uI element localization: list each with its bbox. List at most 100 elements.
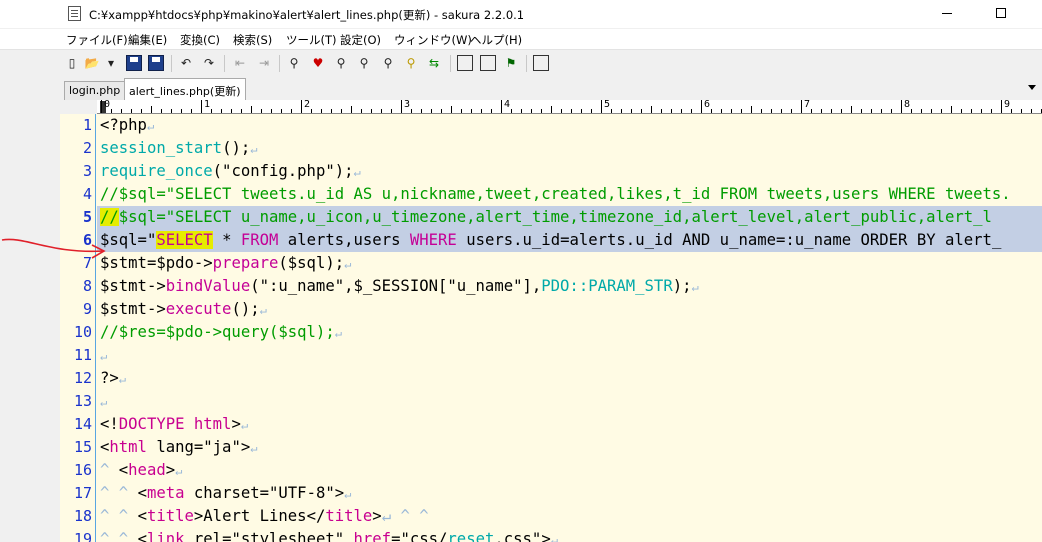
ruler-tick	[641, 109, 642, 113]
line-number: 12	[73, 369, 92, 387]
code-token: title	[146, 507, 194, 525]
code-line[interactable]: 2 session_start();↵	[60, 137, 1042, 160]
menu-file[interactable]: ファイル(F)	[66, 32, 128, 48]
code-line[interactable]: 16 ^ <head>↵	[60, 459, 1042, 482]
highlight-icon[interactable]: ⚲	[403, 55, 419, 71]
search-prev-icon[interactable]: ♥	[310, 55, 326, 71]
newline-marker: ↵	[240, 418, 249, 432]
code-token: link	[146, 530, 185, 542]
menu-tools[interactable]: ツール(T)	[286, 32, 337, 48]
newline-marker: ↵	[353, 165, 361, 179]
ruler-label: 2	[304, 100, 311, 110]
jump-back-icon[interactable]: ⇤	[232, 55, 248, 71]
code-token: >	[231, 415, 241, 433]
menu-window[interactable]: ウィンドウ(W)	[394, 32, 472, 48]
code-token: ();	[231, 300, 260, 318]
code-line[interactable]: 4 //$sql="SELECT tweets.u_id AS u,nicknam…	[60, 183, 1042, 206]
ruler-tick	[241, 109, 242, 113]
code-token: head	[128, 461, 166, 479]
code-line[interactable]: 15 <html lang="ja">↵	[60, 436, 1042, 459]
code-line[interactable]: 18 ^ ^ <title>Alert Lines</title>↵ ^ ^	[60, 505, 1042, 528]
code-line[interactable]: 14 <!DOCTYPE html>↵	[60, 413, 1042, 436]
code-line[interactable]: 17 ^ ^ <meta charset="UTF-8">↵	[60, 482, 1042, 505]
tab-login-php[interactable]: login.php	[64, 81, 126, 100]
ruler-label: 6	[704, 100, 711, 110]
menu-search[interactable]: 検索(S)	[233, 32, 272, 48]
ruler-corner	[60, 100, 97, 114]
ruler-tick	[231, 109, 232, 113]
ruler-tick	[911, 109, 912, 113]
grep-icon[interactable]: ⇆	[426, 55, 442, 71]
compare-icon[interactable]: ⚑	[503, 55, 519, 71]
redo-icon[interactable]: ↷	[201, 55, 217, 71]
menu-settings[interactable]: 設定(O)	[340, 32, 381, 48]
ruler-tick	[411, 109, 412, 113]
new-file-icon[interactable]: ▯	[64, 55, 80, 71]
editor-area[interactable]: 1 <?php↵ 2 session_start();↵ 3 require_once("…	[60, 114, 1042, 542]
ruler-tick	[751, 106, 752, 113]
code-line[interactable]: 6 $sql="SELECT * FROM alerts,users WHERE …	[60, 229, 1042, 252]
undo-icon[interactable]: ↶	[178, 55, 194, 71]
ruler-tick	[901, 100, 902, 113]
code-line[interactable]: 19 ^ ^ <link rel="stylesheet" href="css/r…	[60, 528, 1042, 542]
menu-convert[interactable]: 変換(C)	[180, 32, 220, 48]
newline-marker: ↵	[334, 326, 342, 340]
ruler-tick	[611, 109, 612, 113]
ruler-tick	[871, 109, 872, 113]
code-line[interactable]: 10 //$res=$pdo->query($sql);↵	[60, 321, 1042, 344]
ruler-tick	[601, 100, 602, 113]
menu-edit[interactable]: 編集(E)	[128, 32, 167, 48]
line-number: 19	[73, 530, 92, 542]
line-number: 4	[82, 185, 92, 203]
code-line[interactable]: 13 ↵	[60, 390, 1042, 413]
code-token: require_once	[100, 162, 213, 180]
outline-icon[interactable]	[533, 55, 549, 71]
code-line[interactable]: 11 ↵	[60, 344, 1042, 367]
code-line[interactable]: 9 $stmt->execute();↵	[60, 298, 1042, 321]
menu-help[interactable]: ヘルプ(H)	[470, 32, 522, 48]
code-text: ^ ^ <meta charset="UTF-8">↵	[100, 482, 351, 506]
search-clear-icon[interactable]: ⚲	[380, 55, 396, 71]
code-token: <	[100, 438, 110, 456]
ruler-tick	[451, 106, 452, 113]
minimize-button[interactable]	[942, 13, 952, 14]
title-bar[interactable]: C:¥xampp¥htdocs¥php¥makino¥alert¥alert_l…	[0, 0, 1042, 28]
code-line[interactable]: 12 ?>↵	[60, 367, 1042, 390]
ruler-tick	[1031, 109, 1032, 113]
maximize-button[interactable]	[996, 8, 1006, 18]
code-line[interactable]: 7 $stmt=$pdo->prepare($sql);↵	[60, 252, 1042, 275]
save-icon[interactable]	[126, 55, 142, 71]
search-next-icon[interactable]: ⚲	[333, 55, 349, 71]
code-text: //$res=$pdo->query($sql);↵	[100, 321, 342, 345]
line-number: 16	[73, 461, 92, 479]
code-token: *	[212, 231, 241, 249]
open-file-icon[interactable]: 📂	[84, 55, 100, 71]
newline-marker: ↵	[175, 464, 183, 478]
tab-list-dropdown-icon[interactable]	[1028, 85, 1036, 90]
replace-icon[interactable]: ⚲	[356, 55, 372, 71]
tab-alert-lines-php[interactable]: alert_lines.php(更新)	[124, 78, 246, 100]
line-number: 10	[73, 323, 92, 341]
code-line[interactable]: 3 require_once("config.php");↵	[60, 160, 1042, 183]
open-dropdown-icon[interactable]: ▾	[106, 55, 116, 71]
ruler-tick	[401, 100, 402, 113]
code-line[interactable]: 5 //$sql="SELECT u_name,u_icon,u_timezone…	[60, 206, 1042, 229]
code-token: >	[165, 461, 176, 479]
code-token: $stmt=$pdo->	[100, 254, 213, 272]
search-icon[interactable]: ⚲	[286, 55, 302, 71]
code-line[interactable]: 8 $stmt->bindValue(":u_name",$_SESSION["u…	[60, 275, 1042, 298]
ruler-tick	[281, 109, 282, 113]
jump-forward-icon[interactable]: ⇥	[256, 55, 272, 71]
save-all-icon[interactable]	[148, 55, 164, 71]
line-number: 11	[73, 346, 92, 364]
split-icon[interactable]	[480, 55, 496, 71]
code-token: $stmt->	[100, 300, 166, 318]
ruler-tick	[121, 109, 122, 113]
code-token: (":u_name",$_SESSION["u_name"],	[250, 277, 542, 295]
toolbar: ▯ 📂 ▾ ↶ ↷ ⇤ ⇥ ⚲ ♥ ⚲ ⚲ ⚲ ⚲ ⇆ ⚑	[0, 49, 1042, 76]
code-text: <!DOCTYPE html>↵	[100, 413, 248, 437]
window-list-icon[interactable]	[457, 55, 473, 71]
ruler-tick	[741, 109, 742, 113]
code-line[interactable]: 1 <?php↵	[60, 114, 1042, 137]
